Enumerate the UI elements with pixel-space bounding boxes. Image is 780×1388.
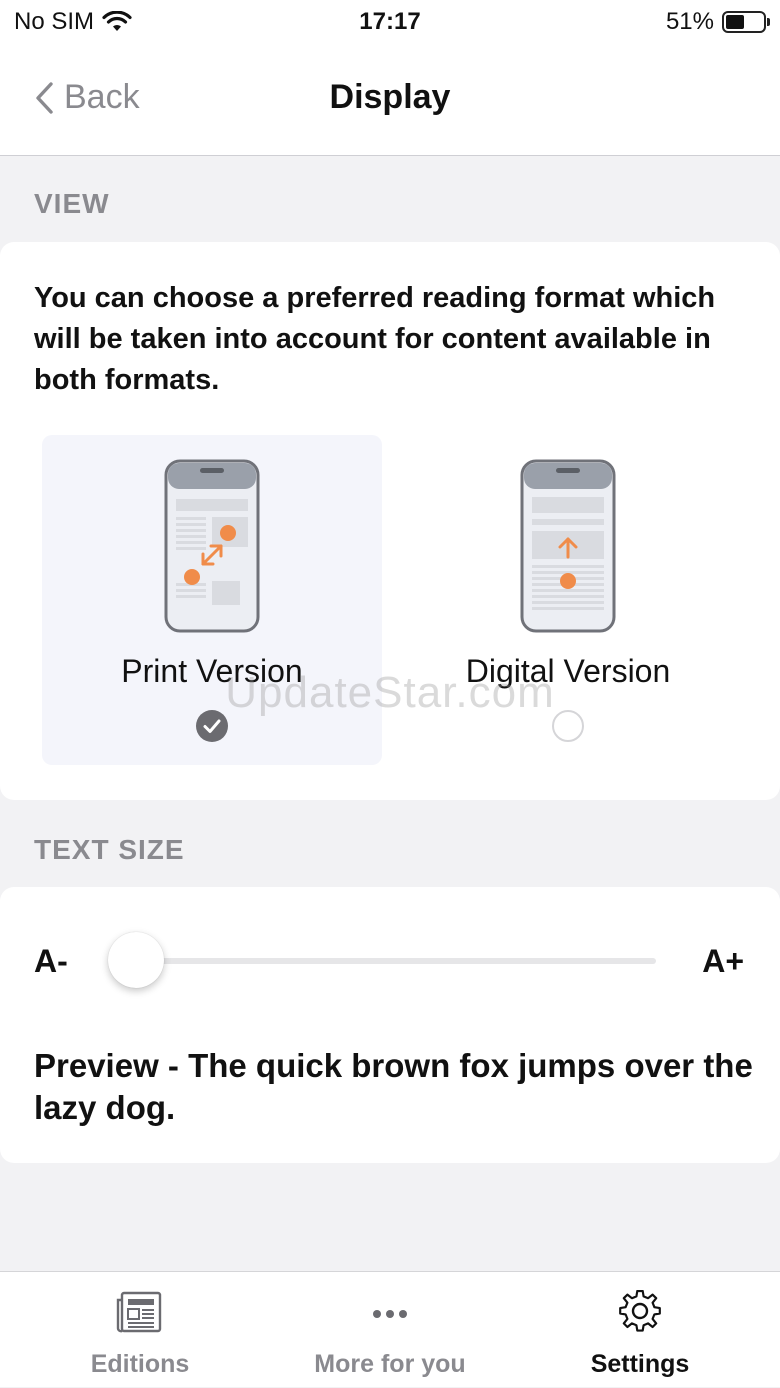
text-size-slider-thumb[interactable]	[108, 932, 164, 988]
print-version-option[interactable]: Print Version	[42, 435, 382, 765]
checkmark-icon	[203, 719, 221, 733]
battery-percent: 51%	[665, 8, 714, 35]
text-size-section-header: TEXT SIZE	[34, 834, 185, 865]
view-card: You can choose a preferred reading forma…	[0, 242, 780, 800]
tab-more-for-you[interactable]: More for you	[260, 1272, 520, 1388]
tab-settings[interactable]: Settings	[510, 1272, 770, 1388]
status-time: 17:17	[359, 8, 421, 35]
more-dots-icon	[373, 1310, 407, 1318]
view-section-header: VIEW	[34, 188, 110, 219]
text-size-slider-track[interactable]	[110, 958, 656, 964]
digital-version-radio[interactable]	[552, 710, 584, 742]
tab-editions[interactable]: Editions	[10, 1272, 270, 1388]
increase-text-size-label[interactable]: A+	[702, 943, 744, 980]
battery-icon	[722, 11, 770, 33]
status-bar: No SIM 17:17 51%	[0, 0, 780, 44]
tab-bar: Editions More for you Settings	[0, 1271, 780, 1387]
digital-version-option[interactable]: Digital Version	[398, 435, 738, 765]
page-title: Display	[329, 78, 451, 116]
digital-version-label: Digital Version	[465, 653, 671, 689]
tab-more-for-you-label: More for you	[314, 1350, 466, 1378]
print-version-phone-icon	[164, 459, 260, 633]
tab-editions-label: Editions	[90, 1350, 190, 1378]
view-description: You can choose a preferred reading forma…	[34, 282, 716, 396]
status-right: 51%	[665, 8, 770, 36]
newspaper-icon	[116, 1291, 162, 1333]
decrease-text-size-label[interactable]: A-	[34, 943, 68, 980]
print-version-label: Print Version	[121, 653, 303, 689]
text-size-card: A- A+ Preview - The quick brown fox jump…	[0, 887, 780, 1163]
gear-icon	[619, 1290, 661, 1332]
navigation-bar: Back Display	[0, 44, 780, 156]
digital-version-phone-icon	[520, 459, 616, 633]
preview-text: Preview - The quick brown fox jumps over…	[34, 1047, 753, 1126]
print-version-radio[interactable]	[196, 710, 228, 742]
tab-settings-label: Settings	[590, 1350, 690, 1378]
